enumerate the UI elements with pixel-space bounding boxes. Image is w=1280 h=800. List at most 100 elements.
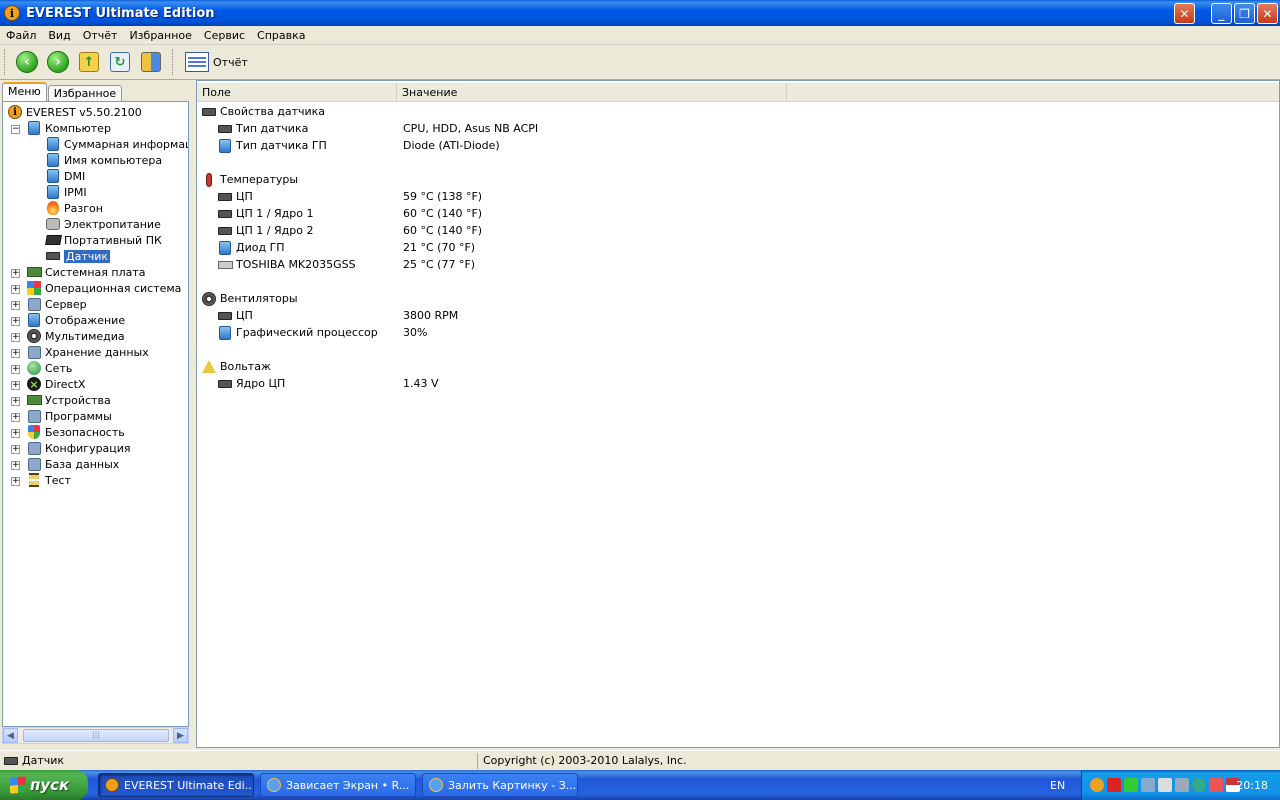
scroll-thumb[interactable]: ||| xyxy=(23,729,169,742)
left-close-button[interactable]: ✕ xyxy=(1174,3,1195,24)
scroll-left-arrow-icon[interactable]: ◀ xyxy=(3,728,18,743)
expand-toggle[interactable]: + xyxy=(11,397,20,406)
scroll-right-arrow-icon[interactable]: ▶ xyxy=(173,728,188,743)
tree-item-motherboard[interactable]: Системная плата xyxy=(26,264,146,280)
list-item[interactable]: ЦП xyxy=(217,307,253,324)
tree-root[interactable]: i EVEREST v5.50.2100 xyxy=(7,104,142,120)
tree-item-computer-name[interactable]: Имя компьютера xyxy=(45,152,162,168)
tree-item-sensor[interactable]: Датчик xyxy=(45,248,111,264)
everest-app-icon[interactable]: i xyxy=(4,5,20,21)
start-button[interactable]: пуск xyxy=(0,770,88,800)
tree-item-database[interactable]: База данных xyxy=(26,456,119,472)
tree-item-directx[interactable]: × DirectX xyxy=(26,376,85,392)
expand-toggle[interactable]: + xyxy=(11,365,20,374)
menu-file[interactable]: Файл xyxy=(0,29,42,42)
expand-toggle[interactable]: + xyxy=(11,477,20,486)
signal-icon[interactable] xyxy=(1141,778,1155,792)
sensor-chip-icon xyxy=(218,124,232,133)
tree-item-network[interactable]: Сеть xyxy=(26,360,72,376)
menu-favorites[interactable]: Избранное xyxy=(123,29,197,42)
shield-icon[interactable] xyxy=(1124,778,1138,792)
clock[interactable]: 20:18 xyxy=(1236,779,1268,792)
list-item[interactable]: Тип датчика xyxy=(217,120,308,137)
tab-menu[interactable]: Меню xyxy=(2,82,47,101)
section-fans[interactable]: Вентиляторы xyxy=(201,290,298,307)
section-sensor-properties[interactable]: Свойства датчика xyxy=(201,103,325,120)
refresh-button[interactable]: ↻ xyxy=(106,48,134,76)
back-button[interactable]: ‹ xyxy=(13,48,41,76)
close-button[interactable]: ✕ xyxy=(1257,3,1278,24)
tree-item-config[interactable]: Конфигурация xyxy=(26,440,131,456)
tree-item-test[interactable]: Тест xyxy=(26,472,71,488)
tree-item-storage[interactable]: Хранение данных xyxy=(26,344,149,360)
status-current-page: Датчик xyxy=(22,754,65,767)
tree-item-dmi[interactable]: DMI xyxy=(45,168,85,184)
taskbar-item-browser-1[interactable]: Зависает Экран • R... xyxy=(260,773,416,797)
antivirus-icon[interactable] xyxy=(1209,778,1223,792)
network-icon[interactable] xyxy=(1175,778,1189,792)
taskbar-item-everest[interactable]: EVEREST Ultimate Edi... xyxy=(98,773,254,797)
list-item[interactable]: Графический процессор xyxy=(217,324,378,341)
report-icon xyxy=(185,52,209,72)
menu-bar: Файл Вид Отчёт Избранное Сервис Справка xyxy=(0,26,1280,45)
list-item-value: 25 °C (77 °F) xyxy=(403,258,476,271)
ati-icon[interactable] xyxy=(1107,778,1121,792)
tree-item-summary[interactable]: Суммарная информация xyxy=(45,136,188,152)
menu-view[interactable]: Вид xyxy=(42,29,76,42)
forward-button[interactable]: › xyxy=(44,48,72,76)
report-button[interactable]: Отчёт xyxy=(185,52,248,72)
list-item[interactable]: TOSHIBA MK2035GSS xyxy=(217,256,356,273)
tree-item-multimedia[interactable]: Мультимедиа xyxy=(26,328,125,344)
menu-service[interactable]: Сервис xyxy=(198,29,251,42)
expand-toggle[interactable]: + xyxy=(11,301,20,310)
expand-toggle[interactable]: + xyxy=(11,285,20,294)
tree-item-computer[interactable]: Компьютер xyxy=(26,120,111,136)
column-field-header[interactable]: Поле xyxy=(197,83,397,102)
volume-icon[interactable] xyxy=(1158,778,1172,792)
up-button[interactable]: ↑ xyxy=(75,48,103,76)
expand-toggle[interactable]: + xyxy=(11,445,20,454)
collapse-toggle[interactable]: − xyxy=(11,125,20,134)
menu-help[interactable]: Справка xyxy=(251,29,311,42)
minimize-button[interactable]: _ xyxy=(1211,3,1232,24)
list-item[interactable]: ЦП 1 / Ядро 1 xyxy=(217,205,313,222)
users-button[interactable] xyxy=(137,48,165,76)
section-voltage[interactable]: Вольтаж xyxy=(201,358,271,375)
expand-toggle[interactable]: + xyxy=(11,333,20,342)
list-item[interactable]: ЦП xyxy=(217,188,253,205)
section-temperatures[interactable]: Температуры xyxy=(201,171,298,188)
expand-toggle[interactable]: + xyxy=(11,429,20,438)
column-value-header[interactable]: Значение xyxy=(397,83,787,102)
tree-item-ipmi[interactable]: IPMI xyxy=(45,184,87,200)
tree-item-display[interactable]: Отображение xyxy=(26,312,125,328)
tree-item-programs[interactable]: Программы xyxy=(26,408,112,424)
expand-toggle[interactable]: + xyxy=(11,381,20,390)
menu-report[interactable]: Отчёт xyxy=(77,29,124,42)
tree-item-os[interactable]: Операционная система xyxy=(26,280,181,296)
tree-item-portable[interactable]: Портативный ПК xyxy=(44,232,162,248)
list-item[interactable]: Тип датчика ГП xyxy=(217,137,327,154)
list-item[interactable]: Ядро ЦП xyxy=(217,375,285,392)
tab-favorites[interactable]: Избранное xyxy=(47,85,123,101)
list-item[interactable]: ЦП 1 / Ядро 2 xyxy=(217,222,313,239)
language-indicator[interactable]: EN xyxy=(1050,770,1065,800)
tree-horizontal-scrollbar[interactable]: ◀ ||| ▶ xyxy=(2,727,189,744)
toolbar-grip[interactable] xyxy=(4,49,7,75)
everest-tray-icon[interactable] xyxy=(1090,778,1104,792)
menu-tree[interactable]: i EVEREST v5.50.2100 − Компьютер Суммарна… xyxy=(2,101,189,727)
taskbar: пуск EVEREST Ultimate Edi... Зависает Эк… xyxy=(0,770,1280,800)
maximize-button[interactable]: ❐ xyxy=(1234,3,1255,24)
list-item[interactable]: Диод ГП xyxy=(217,239,285,256)
tree-item-security[interactable]: Безопасность xyxy=(26,424,125,440)
tree-item-overclock[interactable]: Разгон xyxy=(45,200,103,216)
expand-toggle[interactable]: + xyxy=(11,413,20,422)
tree-item-devices[interactable]: Устройства xyxy=(26,392,111,408)
expand-toggle[interactable]: + xyxy=(11,317,20,326)
expand-toggle[interactable]: + xyxy=(11,461,20,470)
expand-toggle[interactable]: + xyxy=(11,269,20,278)
update-icon[interactable] xyxy=(1192,778,1206,792)
taskbar-item-browser-2[interactable]: Залить Картинку - З... xyxy=(422,773,578,797)
tree-item-server[interactable]: Сервер xyxy=(26,296,87,312)
expand-toggle[interactable]: + xyxy=(11,349,20,358)
tree-item-power[interactable]: Электропитание xyxy=(45,216,161,232)
